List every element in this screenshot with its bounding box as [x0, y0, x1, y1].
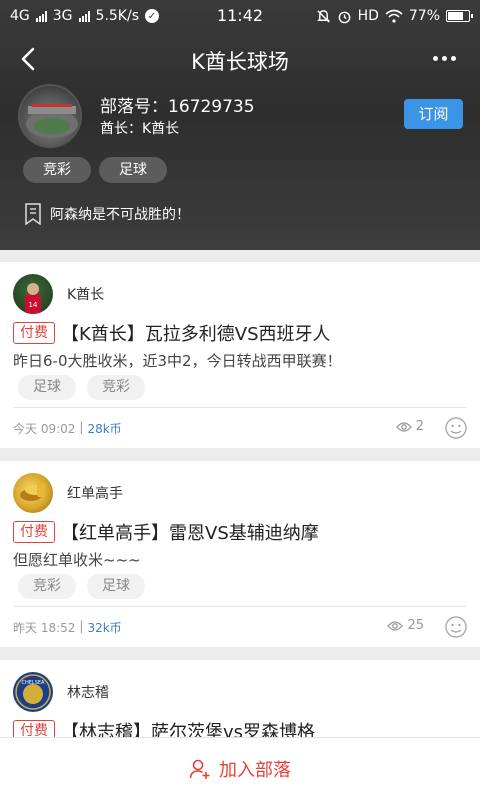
status-left: 4G 3G 5.5K/s ✓: [10, 8, 159, 24]
post-tag[interactable]: 足球: [18, 375, 76, 400]
post-tag[interactable]: 竞彩: [18, 574, 76, 599]
status-right: HD 77%: [316, 8, 473, 24]
view-count: 2: [395, 419, 424, 434]
nav-bar: K酋长球场: [0, 40, 480, 80]
wifi-icon: [385, 9, 403, 23]
network-label-1: 4G: [10, 8, 30, 24]
author-name[interactable]: 林志稽: [67, 682, 109, 702]
mute-bell-icon: [316, 9, 330, 23]
post-meta: 今天 09:02 | 28k币: [13, 420, 122, 437]
post-author: 14 K酋长: [13, 274, 104, 314]
post-author: CHELSEA 林志稽: [13, 672, 109, 712]
signal-icon-2: [78, 10, 90, 22]
views-number: 2: [415, 419, 424, 434]
avatar[interactable]: CHELSEA: [13, 672, 53, 712]
divider: [13, 407, 467, 408]
join-tribe-button[interactable]: 加入部落: [0, 737, 480, 800]
post-title[interactable]: 付费 【K酋长】瓦拉多利德VS西班牙人: [13, 320, 331, 346]
post-summary: 昨日6-0大胜收米，近3中2，今日转战西甲联赛！: [13, 352, 342, 370]
author-name[interactable]: 红单高手: [67, 483, 123, 503]
paid-badge: 付费: [13, 521, 55, 543]
paid-badge: 付费: [13, 322, 55, 344]
page-title: K酋长球场: [191, 50, 289, 74]
emoji-reaction-icon[interactable]: [444, 615, 468, 639]
bookmark-icon: [25, 203, 41, 225]
meta-separator: |: [79, 619, 84, 633]
signal-icon: [35, 10, 47, 22]
battery-icon: [446, 10, 473, 22]
post-time: 昨天 18:52: [13, 621, 76, 635]
user-add-icon: [189, 759, 210, 779]
meta-separator: |: [79, 420, 84, 434]
tribe-header: 4G 3G 5.5K/s ✓ 11:42 HD 77% K酋长球场 部落号：16…: [0, 0, 480, 250]
network-label-2: 3G: [52, 8, 73, 24]
post-tags: 竞彩 足球: [18, 574, 145, 599]
author-name[interactable]: K酋长: [67, 284, 104, 304]
post-tag[interactable]: 足球: [87, 574, 145, 599]
post-title-text: 【红单高手】雷恩VS基辅迪纳摩: [61, 523, 319, 544]
post-price: 28k币: [87, 422, 122, 436]
join-label: 加入部落: [219, 760, 291, 781]
tribe-tag[interactable]: 竞彩: [23, 157, 91, 183]
tribe-avatar: [18, 84, 82, 148]
avatar[interactable]: 14: [13, 274, 53, 314]
post-tag[interactable]: 竞彩: [87, 375, 145, 400]
check-circle-icon: ✓: [145, 9, 159, 23]
post-price: 32k币: [87, 621, 122, 635]
svg-text:14: 14: [29, 301, 38, 309]
tribe-chief: 酋长：K酋长: [100, 121, 180, 137]
network-speed: 5.5K/s: [95, 8, 139, 24]
post-tags: 足球 竞彩: [18, 375, 145, 400]
view-count: 25: [387, 618, 424, 633]
eye-icon: [387, 620, 404, 631]
divider: [13, 606, 467, 607]
tribe-id: 部落号：16729735: [100, 97, 255, 117]
more-menu-icon[interactable]: [433, 56, 456, 61]
post-author: 红单高手: [13, 473, 123, 513]
post-card[interactable]: 红单高手 付费 【红单高手】雷恩VS基辅迪纳摩 但愿红单收米~~~ 竞彩 足球 …: [0, 461, 480, 647]
avatar[interactable]: [13, 473, 53, 513]
emoji-reaction-icon[interactable]: [444, 416, 468, 440]
tribe-tags: 竞彩 足球: [23, 157, 167, 183]
eye-icon: [395, 421, 412, 432]
status-bar: 4G 3G 5.5K/s ✓ 11:42 HD 77%: [0, 0, 480, 32]
svg-text:CHELSEA: CHELSEA: [22, 680, 46, 686]
tribe-motto: 阿森纳是不可战胜的！: [24, 203, 190, 225]
post-meta: 昨天 18:52 | 32k币: [13, 619, 122, 636]
motto-text: 阿森纳是不可战胜的！: [50, 207, 190, 223]
views-number: 25: [407, 618, 424, 633]
battery-percent: 77%: [408, 8, 440, 24]
post-title[interactable]: 付费 【红单高手】雷恩VS基辅迪纳摩: [13, 519, 319, 545]
alarm-icon: [338, 11, 350, 23]
post-title-text: 【K酋长】瓦拉多利德VS西班牙人: [61, 324, 331, 345]
tribe-tag[interactable]: 足球: [99, 157, 167, 183]
subscribe-button[interactable]: 订阅: [404, 99, 463, 129]
post-card[interactable]: 14 K酋长 付费 【K酋长】瓦拉多利德VS西班牙人 昨日6-0大胜收米，近3中…: [0, 262, 480, 448]
post-summary: 但愿红单收米~~~: [13, 551, 141, 569]
hd-label: HD: [357, 8, 379, 24]
post-time: 今天 09:02: [13, 422, 76, 436]
